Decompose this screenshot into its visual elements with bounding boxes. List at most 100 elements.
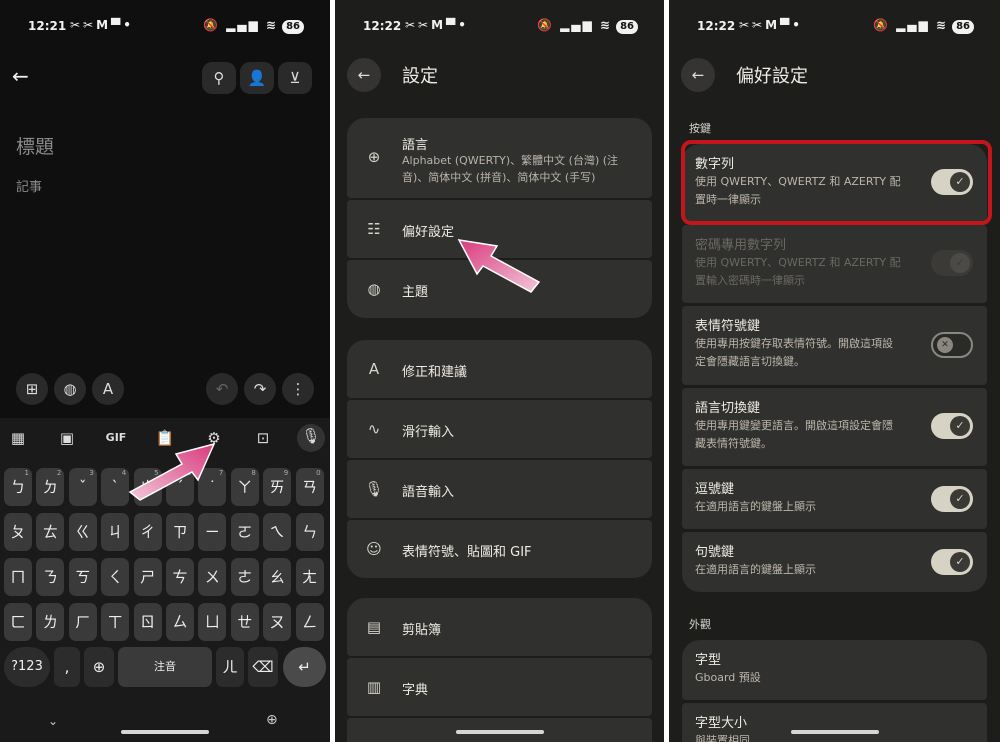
keyboard-key[interactable]: ㄣ: [295, 513, 324, 551]
keyboard-key[interactable]: ㄆ: [4, 513, 32, 551]
keyboard-key[interactable]: ㄒ: [101, 603, 130, 641]
keyboard-key[interactable]: ㄍ: [68, 513, 97, 551]
pref-description: 在適用語言的鍵盤上顯示: [695, 563, 816, 576]
settings-item-emoji[interactable]: ☺ 表情符號、貼圖和 GIF: [347, 520, 652, 578]
sticker-icon[interactable]: ▣: [52, 426, 82, 450]
pref-password-number-row[interactable]: 密碼專用數字列 使用 QWERTY、QWERTZ 和 AZERTY 配置輸入密碼…: [682, 225, 987, 303]
note-title-field[interactable]: 標題: [16, 132, 54, 159]
pref-language-switch-key[interactable]: 語言切換鍵 使用專用鍵變更語言。開啟這項設定會隱藏表情符號鍵。 ✓: [682, 388, 987, 466]
pref-font[interactable]: 字型 Gboard 預設: [682, 640, 987, 700]
add-collaborator-icon[interactable]: 👤: [240, 62, 274, 94]
keyboard-key[interactable]: ㄟ: [263, 513, 292, 551]
pref-emoji-key[interactable]: 表情符號鍵 使用專用按鍵存取表情符號。開啟這項設定會隱藏語言切換鍵。 ✕: [682, 306, 987, 385]
keyboard-key[interactable]: ㄗ: [166, 513, 194, 551]
comma-key[interactable]: ,: [54, 647, 80, 687]
period-key-toggle[interactable]: ✓: [931, 549, 973, 575]
keyboard-key[interactable]: ㄏ: [68, 603, 97, 641]
back-arrow-icon[interactable]: ←: [12, 64, 36, 92]
password-number-row-toggle[interactable]: ✓: [931, 250, 973, 276]
keyboard-key[interactable]: ㄌ: [36, 603, 65, 641]
battery-badge: 86: [282, 20, 304, 34]
comma-key-toggle[interactable]: ✓: [931, 486, 973, 512]
emoji-icon: ☺: [366, 540, 382, 558]
palette-icon[interactable]: ◍: [54, 373, 86, 405]
settings-item-label: 滑行輸入: [402, 425, 455, 440]
settings-item-language[interactable]: ⊕ 語言 Alphabet (QWERTY)、繁體中文 (台灣) (注音)、简体…: [347, 118, 652, 198]
keyboard-key[interactable]: ㄋ: [36, 558, 65, 596]
keyboard-key[interactable]: ㄘ: [166, 558, 194, 596]
key-label: ㄡ: [269, 613, 285, 631]
language-switch-key-toggle[interactable]: ✓: [931, 413, 973, 439]
palette-icon: ◍: [367, 280, 381, 298]
key-label: ㄘ: [172, 568, 188, 586]
key-label: ㄇ: [10, 568, 26, 586]
keyboard-key[interactable]: ㄧ: [198, 513, 227, 551]
pref-title: 字型: [695, 653, 722, 668]
keyboard-key[interactable]: ㄛ: [230, 513, 259, 551]
keyboard-key[interactable]: ㄤ: [295, 558, 324, 596]
language-globe-icon[interactable]: ⊕: [266, 712, 278, 728]
settings-item-dictionary[interactable]: ▥ 字典: [347, 658, 652, 716]
keyboard-key[interactable]: ㄖ: [133, 603, 162, 641]
keyboard-key[interactable]: ㄇ: [4, 558, 32, 596]
add-box-icon[interactable]: ⊞: [16, 373, 48, 405]
keyboard-key[interactable]: ㄩ: [198, 603, 227, 641]
status-bar: 12:22 ✂✂M▀• 🔕 ▂▄▆ ≋ 86: [697, 16, 974, 38]
er-key[interactable]: ㄦ: [216, 647, 244, 687]
key-label: ㄟ: [269, 523, 285, 541]
keyboard-key[interactable]: ㄙ: [166, 603, 194, 641]
mic-icon: 🎙: [364, 480, 384, 498]
translate-icon[interactable]: ⊡: [248, 426, 278, 450]
keyboard-key[interactable]: ㄡ: [263, 603, 292, 641]
apps-grid-icon[interactable]: ▦: [3, 426, 33, 450]
settings-item-glide-typing[interactable]: ∿ 滑行輸入: [347, 400, 652, 458]
keyboard-key[interactable]: ㄔ: [133, 513, 162, 551]
note-body-field[interactable]: 記事: [16, 176, 42, 195]
keyboard-key[interactable]: ㄢ0: [295, 468, 324, 506]
keyboard-key[interactable]: ㄐ: [101, 513, 130, 551]
keyboard-key[interactable]: ㄈ: [4, 603, 32, 641]
pointer-arrow-icon: [128, 442, 216, 501]
undo-icon[interactable]: ↶: [206, 373, 238, 405]
keyboard-key[interactable]: ㄥ: [295, 603, 324, 641]
emoji-key-toggle[interactable]: ✕: [931, 332, 973, 358]
archive-icon[interactable]: ⊻: [278, 62, 312, 94]
pref-title: 語言切換鍵: [695, 401, 761, 416]
back-arrow-icon[interactable]: ←: [347, 58, 381, 92]
mic-icon[interactable]: 🎙: [297, 424, 325, 452]
keyboard-key[interactable]: ˇ3: [68, 468, 97, 506]
settings-item-corrections[interactable]: A 修正和建議: [347, 340, 652, 398]
enter-icon[interactable]: ↵: [283, 647, 326, 687]
collapse-keyboard-icon[interactable]: ⌄: [48, 714, 58, 728]
keyboard-key[interactable]: ㄉ2: [36, 468, 65, 506]
key-label: ㄝ: [237, 613, 253, 631]
numbers-key[interactable]: ?123: [4, 647, 50, 687]
keyboard-key[interactable]: ㄝ: [230, 603, 259, 641]
keyboard-key[interactable]: ㄨ: [198, 558, 227, 596]
globe-key-icon[interactable]: ⊕: [84, 647, 114, 687]
redo-icon[interactable]: ↷: [244, 373, 276, 405]
keyboard-screen: 12:21 ✂✂M▀• 🔕 ▂▄▆ ≋ 86 ← ⚲ 👤 ⊻ 標題 記事 ⊞ ◍…: [0, 0, 330, 742]
pin-icon[interactable]: ⚲: [202, 62, 236, 94]
keyboard-key[interactable]: ㄚ8: [230, 468, 259, 506]
pref-comma-key[interactable]: 逗號鍵 在適用語言的鍵盤上顯示 ✓: [682, 469, 987, 529]
keyboard-key[interactable]: ㄑ: [101, 558, 130, 596]
pref-font-size[interactable]: 字型大小 與裝置相同: [682, 703, 987, 742]
back-arrow-icon[interactable]: ←: [681, 58, 715, 92]
settings-item-voice-typing[interactable]: 🎙 語音輸入: [347, 460, 652, 518]
keyboard-key[interactable]: ㄠ: [263, 558, 292, 596]
more-icon[interactable]: ⋮: [282, 373, 314, 405]
settings-item-clipboard[interactable]: ▤ 剪貼簿: [347, 598, 652, 656]
key-label: ㄑ: [107, 568, 123, 586]
keyboard-key[interactable]: ㄅ1: [4, 468, 32, 506]
backspace-icon[interactable]: ⌫: [248, 647, 278, 687]
pref-period-key[interactable]: 句號鍵 在適用語言的鍵盤上顯示 ✓: [682, 532, 987, 592]
keyboard-key[interactable]: ㄎ: [68, 558, 97, 596]
text-format-icon[interactable]: A: [92, 373, 124, 405]
keyboard-key[interactable]: ㄕ: [133, 558, 162, 596]
key-label: ㄨ: [204, 568, 220, 586]
space-key[interactable]: 注音: [118, 647, 212, 687]
keyboard-key[interactable]: ㄜ: [230, 558, 259, 596]
keyboard-key[interactable]: ㄊ: [36, 513, 65, 551]
keyboard-key[interactable]: ㄞ9: [263, 468, 292, 506]
